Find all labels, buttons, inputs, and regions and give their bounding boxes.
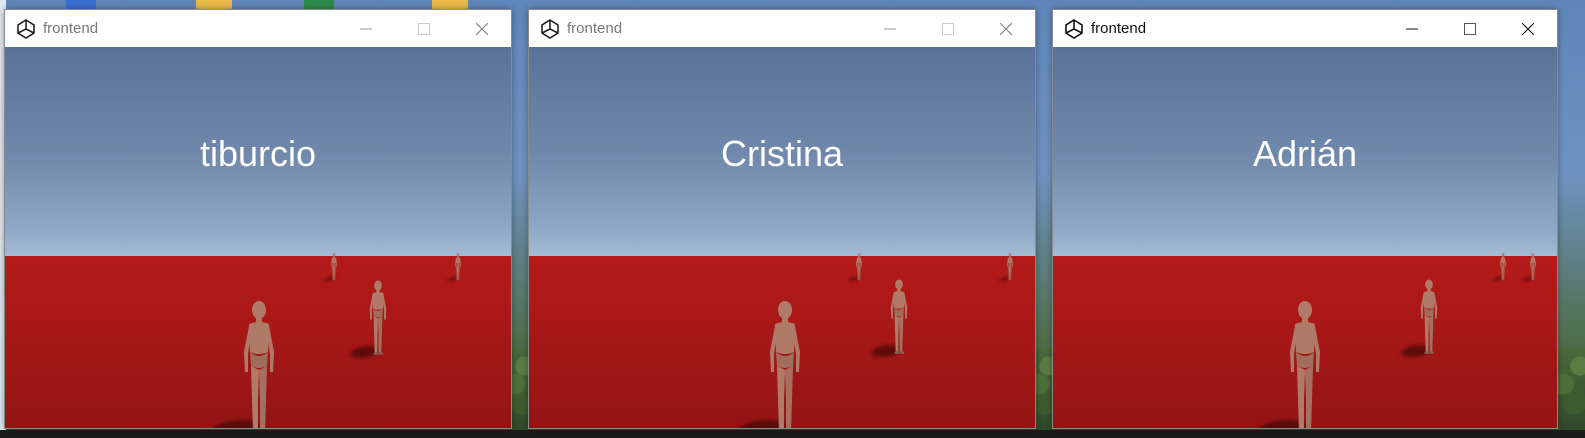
close-button[interactable] <box>453 10 511 47</box>
window-title: frontend <box>1091 20 1147 37</box>
desktop-wallpaper <box>512 348 528 438</box>
character-model <box>330 253 338 286</box>
minimize-icon <box>360 28 372 29</box>
close-button[interactable] <box>1499 10 1557 47</box>
maximize-button[interactable] <box>1441 10 1499 47</box>
game-viewport[interactable]: tiburcio <box>5 47 511 428</box>
title-bar[interactable]: frontend <box>529 10 1035 47</box>
taskbar <box>0 430 1585 438</box>
minimize-button[interactable] <box>1383 10 1441 47</box>
window-title: frontend <box>43 20 99 37</box>
minimize-button[interactable] <box>337 10 395 47</box>
minimize-button[interactable] <box>861 10 919 47</box>
maximize-button[interactable] <box>395 10 453 47</box>
player-name-label: tiburcio <box>199 133 317 174</box>
player-name-label: Cristina <box>720 133 844 174</box>
desktop-wallpaper <box>1558 348 1585 438</box>
unity-logo-icon <box>539 18 561 40</box>
character-model <box>1529 253 1537 286</box>
close-icon <box>1522 22 1534 35</box>
character-model <box>765 300 805 428</box>
minimize-icon <box>884 28 896 29</box>
maximize-icon <box>942 22 954 35</box>
desktop-wallpaper <box>1036 348 1052 438</box>
window-title: frontend <box>567 20 623 37</box>
title-bar[interactable]: frontend <box>1053 10 1557 47</box>
character-model <box>1499 253 1507 286</box>
character-model <box>1285 300 1325 428</box>
maximize-button[interactable] <box>919 10 977 47</box>
maximize-icon <box>1464 22 1476 35</box>
minimize-icon <box>1406 28 1418 29</box>
character-model <box>239 300 279 428</box>
player-name-label: Adrián <box>1252 133 1358 174</box>
character-model <box>855 253 863 286</box>
character-model <box>1006 253 1014 286</box>
game-viewport[interactable]: Adrián <box>1053 47 1557 428</box>
close-icon <box>476 22 488 35</box>
title-bar[interactable]: frontend <box>5 10 511 47</box>
unity-logo-icon <box>1063 18 1085 40</box>
character-model <box>1418 279 1440 361</box>
character-model <box>888 279 910 361</box>
game-window[interactable]: frontend Cristina <box>528 9 1036 429</box>
game-window[interactable]: frontend tiburcio <box>4 9 512 429</box>
character-model <box>454 253 462 286</box>
maximize-icon <box>418 22 430 35</box>
unity-logo-icon <box>15 18 37 40</box>
game-viewport[interactable]: Cristina <box>529 47 1035 428</box>
close-icon <box>1000 22 1012 35</box>
close-button[interactable] <box>977 10 1035 47</box>
character-model <box>367 280 389 362</box>
game-window[interactable]: frontend Adrián <box>1052 9 1558 429</box>
